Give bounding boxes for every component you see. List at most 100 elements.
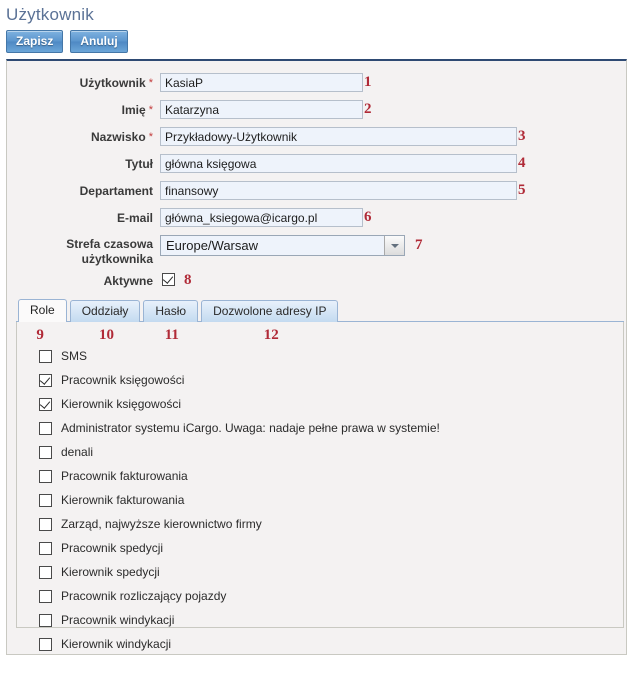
active-checkbox[interactable] [162, 273, 175, 286]
roles-tab-panel: SMS Pracownik księgowości Kierownik księgo… [16, 322, 624, 651]
timezone-label-line2: użytkownika [81, 252, 153, 266]
role-label: SMS [61, 349, 88, 363]
form-row: Użytkownik * 1 [7, 73, 626, 92]
role-label: Kierownik spedycji [61, 565, 160, 579]
role-checkbox[interactable] [39, 421, 52, 435]
required-marker: * [145, 131, 153, 143]
field-label: Użytkownik * [79, 76, 153, 90]
input-nazwisko[interactable] [160, 127, 517, 146]
field-label: Departament [79, 184, 153, 198]
role-checkbox[interactable] [39, 493, 52, 507]
active-label: Aktywne [103, 274, 153, 288]
tabstrip: Role Oddziały Hasło Dozwolone adresy IP [16, 298, 624, 322]
tab-role[interactable]: Role [18, 299, 67, 322]
input-e-mail[interactable] [160, 208, 363, 227]
role-label: Zarząd, najwyższe kierownictwo firmy [61, 517, 262, 531]
annotation-12: 12 [263, 327, 279, 343]
field-wrapper: 3 [160, 127, 526, 146]
timezone-select[interactable]: Europe/Warsaw [160, 235, 405, 256]
input-departament[interactable] [160, 181, 517, 200]
field-wrapper: 4 [160, 154, 526, 173]
form-row: Departament 5 [7, 181, 626, 200]
role-label: Pracownik spedycji [61, 541, 164, 555]
field-label: E-mail [116, 211, 153, 225]
timezone-field: Europe/Warsaw 7 [160, 235, 423, 256]
role-label: Kierownik księgowości [61, 397, 182, 411]
role-list-item[interactable]: SMS [17, 344, 623, 368]
timezone-selected-value: Europe/Warsaw [166, 238, 258, 253]
annotation-6: 6 [364, 209, 372, 225]
tabs-area: Role Oddziały Hasło Dozwolone adresy IP 9 10… [16, 298, 626, 651]
role-list-item[interactable]: Zarząd, najwyższe kierownictwo firmy [17, 512, 623, 536]
role-checkbox[interactable] [39, 589, 52, 603]
role-label: Administrator systemu iCargo. Uwaga: nad… [61, 421, 440, 435]
tab-oddzia-y[interactable]: Oddziały [69, 300, 141, 322]
form-fields: Użytkownik * 1 Imię * 2 Nazwisko * 3 Tytuł 4 Dep… [7, 61, 626, 227]
field-wrapper: 6 [160, 208, 372, 227]
field-label: Imię * [121, 103, 153, 117]
input-tytu[interactable] [160, 154, 517, 173]
annotation-7: 7 [415, 237, 423, 253]
role-list-item[interactable]: Kierownik spedycji [17, 560, 623, 584]
active-row: Aktywne 8 [7, 273, 626, 289]
active-field: 8 [162, 273, 192, 289]
role-list-item[interactable]: Kierownik fakturowania [17, 488, 623, 512]
annotation-5: 5 [518, 182, 526, 198]
role-list-item[interactable]: Pracownik spedycji [17, 536, 623, 560]
form-row: E-mail 6 [7, 208, 626, 227]
role-checkbox[interactable] [39, 397, 52, 411]
field-wrapper: 5 [160, 181, 526, 200]
annotation-1: 1 [364, 74, 372, 90]
role-label: Pracownik księgowości [61, 373, 185, 387]
toolbar: Zapisz Anuluj [0, 25, 633, 59]
user-form-panel: Użytkownik * 1 Imię * 2 Nazwisko * 3 Tytuł 4 Dep… [6, 59, 627, 655]
role-label: denali [61, 445, 94, 459]
role-list-item[interactable]: Administrator systemu iCargo. Uwaga: nad… [17, 416, 623, 440]
role-checkbox[interactable] [39, 637, 52, 651]
role-list-item[interactable]: Kierownik windykacji [17, 632, 623, 656]
role-checkbox[interactable] [39, 373, 52, 387]
role-checkbox[interactable] [39, 469, 52, 483]
required-marker: * [145, 104, 153, 116]
role-list-item[interactable]: denali [17, 440, 623, 464]
field-label: Nazwisko * [90, 130, 153, 144]
role-checkbox[interactable] [39, 541, 52, 555]
form-row: Imię * 2 [7, 100, 626, 119]
annotation-10: 10 [99, 327, 115, 343]
timezone-label-line1: Strefa czasowa [66, 237, 153, 251]
annotation-8: 8 [184, 272, 192, 288]
form-row: Nazwisko * 3 [7, 127, 626, 146]
role-list-item[interactable]: Kierownik księgowości [17, 392, 623, 416]
annotation-2: 2 [364, 101, 372, 117]
tab-dozwolone-adresy-ip[interactable]: Dozwolone adresy IP [201, 300, 339, 322]
tab-has-o[interactable]: Hasło [143, 300, 199, 322]
role-list-item[interactable]: Pracownik rozliczający pojazdy [17, 584, 623, 608]
chevron-down-icon[interactable] [384, 236, 404, 255]
role-label: Pracownik windykacji [61, 613, 175, 627]
role-checkbox[interactable] [39, 565, 52, 579]
field-wrapper: 2 [160, 100, 372, 119]
page-title: Użytkownik [6, 5, 94, 24]
annotation-11: 11 [164, 327, 179, 343]
role-checkbox[interactable] [39, 613, 52, 627]
timezone-label: Strefa czasowa użytkownika [7, 235, 153, 267]
input-imi[interactable] [160, 100, 363, 119]
role-label: Kierownik fakturowania [61, 493, 185, 507]
roles-checkbox-list: SMS Pracownik księgowości Kierownik księgo… [17, 344, 623, 656]
role-checkbox[interactable] [39, 445, 52, 459]
role-label: Pracownik rozliczający pojazdy [61, 589, 227, 603]
role-list-item[interactable]: Pracownik fakturowania [17, 464, 623, 488]
role-list-item[interactable]: Pracownik księgowości [17, 368, 623, 392]
role-checkbox[interactable] [39, 517, 52, 531]
role-label: Kierownik windykacji [61, 637, 172, 651]
cancel-button[interactable]: Anuluj [70, 30, 128, 53]
annotation-4: 4 [518, 155, 526, 171]
input-u-ytkownik[interactable] [160, 73, 363, 92]
form-row: Tytuł 4 [7, 154, 626, 173]
role-checkbox[interactable] [39, 349, 52, 363]
role-list-item[interactable]: Pracownik windykacji [17, 608, 623, 632]
save-button[interactable]: Zapisz [6, 30, 64, 53]
role-label: Pracownik fakturowania [61, 469, 188, 483]
annotation-3: 3 [518, 128, 526, 144]
required-marker: * [145, 77, 153, 89]
